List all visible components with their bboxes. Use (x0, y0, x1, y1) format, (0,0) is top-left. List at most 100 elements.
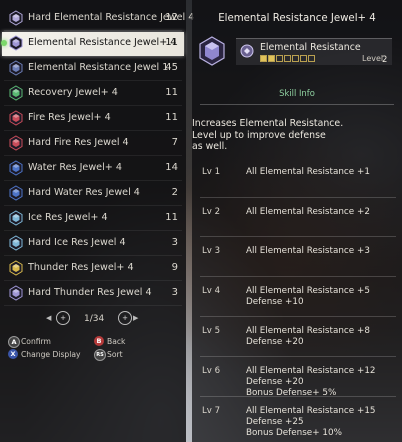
jewel-list-item[interactable]: Hard Fire Res Jewel 4 7 (2, 132, 184, 156)
level-number: Lv 6 (202, 366, 221, 376)
jewel-quantity: 12 (165, 12, 178, 23)
jewel-icon (8, 260, 24, 276)
level-number: Lv 4 (202, 286, 221, 296)
jewel-name: Elemental Resistance Jewel+ 4 (28, 37, 177, 48)
jewel-list-item[interactable]: Fire Res Jewel+ 4 11 (2, 107, 184, 131)
level-number: Lv 5 (202, 326, 221, 336)
jewel-list-item[interactable]: Hard Ice Res Jewel 4 3 (2, 232, 184, 256)
level-divider (200, 316, 396, 317)
level-pip (284, 55, 291, 62)
b-button-icon: B (94, 336, 104, 346)
jewel-quantity: 9 (171, 262, 178, 273)
jewel-name: Elemental Resistance Jewel 1 (28, 62, 169, 73)
level-effect-line: All Elemental Resistance +15 (246, 406, 376, 416)
jewel-quantity: 2 (171, 187, 178, 198)
level-effects: All Elemental Resistance +1 (246, 167, 370, 178)
level-label: Level (362, 54, 384, 63)
jewel-icon (8, 85, 24, 101)
level-effect-line: Bonus Defense+ 10% (246, 428, 342, 438)
level-divider (200, 356, 396, 357)
level-pip (276, 55, 283, 62)
level-divider (200, 276, 396, 277)
jewel-icon (8, 160, 24, 176)
l-stick-icon[interactable]: + (56, 311, 70, 325)
confirm-label: Confirm (21, 337, 51, 346)
skill-name: Elemental Resistance (260, 42, 361, 53)
level-number: Lv 7 (202, 406, 221, 416)
jewel-list-item[interactable]: Hard Thunder Res Jewel 4 3 (2, 282, 184, 306)
jewel-name: Hard Water Res Jewel 4 (28, 187, 140, 198)
level-effect-line: All Elemental Resistance +8 (246, 326, 370, 336)
level-divider (200, 197, 396, 198)
level-number: Lv 1 (202, 167, 221, 177)
jewel-icon (8, 235, 24, 251)
level-divider (200, 396, 396, 397)
jewel-list-item[interactable]: Hard Water Res Jewel 4 2 (2, 182, 184, 206)
level-effects: All Elemental Resistance +2 (246, 207, 370, 218)
jewel-quantity: 11 (165, 87, 178, 98)
jewel-name: Hard Fire Res Jewel 4 (28, 137, 129, 148)
jewel-detail-panel: Elemental Resistance Jewel+ 4 Elemental … (192, 0, 402, 442)
page-indicator: 1/34 (84, 314, 105, 324)
jewel-quantity: 11 (165, 37, 178, 48)
row-divider (4, 155, 182, 156)
jewel-name: Hard Ice Res Jewel 4 (28, 237, 126, 248)
row-divider (4, 130, 182, 131)
level-effects: All Elemental Resistance +8 Defense +20 (246, 326, 370, 348)
row-divider (4, 205, 182, 206)
control-hints: A Confirm B Back X Change Display RS Sor… (6, 336, 184, 366)
level-effect-line: All Elemental Resistance +5 (246, 286, 370, 296)
r-stick-icon[interactable]: + (118, 311, 132, 325)
jewel-icon (8, 285, 24, 301)
jewel-list-item[interactable]: Hard Elemental Resistance Jewel 4 12 (2, 7, 194, 31)
jewel-icon (8, 185, 24, 201)
level-number: Lv 3 (202, 246, 221, 256)
jewel-list-item[interactable]: Recovery Jewel+ 4 11 (2, 82, 184, 106)
description-line: Increases Elemental Resistance. (192, 118, 344, 129)
level-effect-line: All Elemental Resistance +1 (246, 167, 370, 177)
jewel-icon (8, 60, 24, 76)
jewel-list-item[interactable]: Water Res Jewel+ 4 14 (2, 157, 184, 181)
description-line: Level up to improve defense (192, 129, 326, 141)
jewel-name: Recovery Jewel+ 4 (28, 87, 118, 98)
sort-label: Sort (107, 350, 123, 359)
row-divider (4, 30, 182, 31)
jewel-quantity: 11 (165, 112, 178, 123)
level-pip (308, 55, 315, 62)
level-effects: All Elemental Resistance +3 (246, 246, 370, 257)
arrow-left-icon[interactable]: ◀ (46, 314, 51, 322)
jewel-name: Fire Res Jewel+ 4 (28, 112, 111, 123)
level-effect-line: All Elemental Resistance +12 (246, 366, 376, 376)
row-divider (4, 280, 182, 281)
jewel-list-item[interactable]: Elemental Resistance Jewel+ 4 11 (1, 32, 184, 56)
jewel-list-item[interactable]: Elemental Resistance Jewel 1 45 (2, 57, 184, 81)
jewel-name: Ice Res Jewel+ 4 (28, 212, 108, 223)
jewel-quantity: 3 (171, 287, 178, 298)
jewel-icon (8, 10, 24, 26)
jewel-list-item[interactable]: Thunder Res Jewel+ 4 9 (2, 257, 184, 281)
tab-divider (200, 104, 394, 105)
level-pip (268, 55, 275, 62)
change-display-label: Change Display (21, 350, 81, 359)
level-effect-line: All Elemental Resistance +3 (246, 246, 370, 256)
jewel-name: Water Res Jewel+ 4 (28, 162, 122, 173)
pager: ◀ + 1/34 + ▶ (0, 310, 186, 328)
row-divider (4, 305, 182, 306)
arrow-right-icon[interactable]: ▶ (133, 314, 138, 322)
jewel-name: Hard Thunder Res Jewel 4 (28, 287, 152, 298)
row-divider (4, 80, 182, 81)
level-pip (300, 55, 307, 62)
back-label: Back (107, 337, 126, 346)
row-divider (4, 230, 182, 231)
jewel-icon (8, 135, 24, 151)
row-divider (4, 105, 182, 106)
skill-box[interactable]: Elemental Resistance Level 2 (236, 38, 392, 65)
jewel-list-item[interactable]: Ice Res Jewel+ 4 11 (2, 207, 184, 231)
tab-skill-info[interactable]: Skill Info (192, 88, 402, 98)
level-effect-line: Defense +25 (246, 417, 304, 427)
level-effect-line: Defense +20 (246, 377, 304, 387)
level-effects: All Elemental Resistance +12 Defense +20 B… (246, 366, 376, 399)
jewel-title: Elemental Resistance Jewel+ 4 (218, 13, 376, 24)
jewel-large-icon (198, 36, 226, 66)
jewel-quantity: 14 (165, 162, 178, 173)
